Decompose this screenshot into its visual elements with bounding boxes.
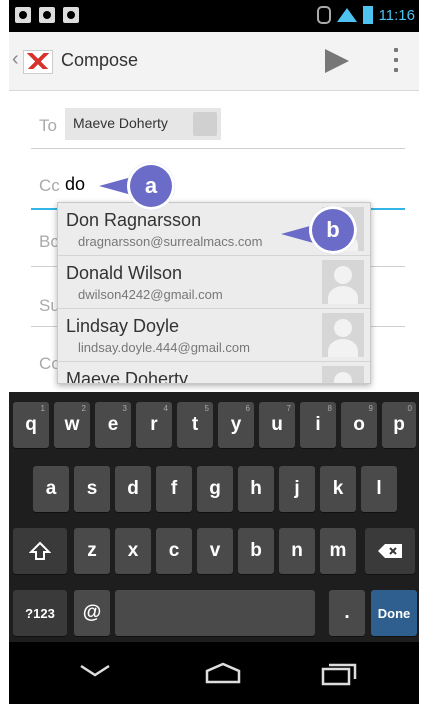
to-label: To: [39, 116, 57, 135]
key-f[interactable]: f: [156, 466, 192, 512]
key-n[interactable]: n: [279, 528, 315, 574]
at-key[interactable]: @: [74, 590, 110, 636]
suggestion-name: Lindsay Doyle: [66, 316, 180, 336]
key-x[interactable]: x: [115, 528, 151, 574]
notification-icons: [15, 7, 79, 23]
shift-key[interactable]: [13, 528, 67, 574]
key-k[interactable]: k: [320, 466, 356, 512]
key-a[interactable]: a: [33, 466, 69, 512]
to-field-underline: [31, 148, 405, 149]
recipient-chip-name: Maeve Doherty: [73, 115, 168, 131]
key-j[interactable]: j: [279, 466, 315, 512]
phone-screen: 11:16 ‹ Compose To Maeve Doherty Cc do B…: [9, 0, 419, 704]
up-caret-icon[interactable]: ‹: [12, 48, 19, 71]
back-icon[interactable]: [79, 664, 111, 678]
key-u[interactable]: 7u: [259, 402, 295, 448]
callout-marker-b: b: [309, 206, 357, 254]
navigation-bar: [9, 642, 419, 704]
cc-label: Cc: [39, 176, 60, 195]
status-bar: 11:16: [9, 0, 419, 32]
period-key[interactable]: .: [329, 590, 365, 636]
key-t[interactable]: 5t: [177, 402, 213, 448]
key-z[interactable]: z: [74, 528, 110, 574]
page-title: Compose: [61, 50, 139, 70]
key-g[interactable]: g: [197, 466, 233, 512]
key-d[interactable]: d: [115, 466, 151, 512]
key-w[interactable]: 2w: [54, 402, 90, 448]
suggestion-email: dwilson4242@gmail.com: [78, 287, 223, 302]
contact-avatar-icon: [322, 366, 364, 383]
gmail-logo-icon[interactable]: [23, 50, 53, 74]
notification-icon: [39, 7, 55, 23]
suggestion-email: lindsay.doyle.444@gmail.com: [78, 340, 250, 355]
notification-icon: [63, 7, 79, 23]
contact-avatar-icon: [322, 260, 364, 304]
key-i[interactable]: 8i: [300, 402, 336, 448]
key-l[interactable]: l: [361, 466, 397, 512]
suggestion-item[interactable]: Donald Wilson dwilson4242@gmail.com: [58, 256, 370, 309]
contact-avatar-icon: [193, 112, 217, 136]
done-key[interactable]: Done: [371, 590, 417, 636]
space-key[interactable]: [115, 590, 315, 636]
key-v[interactable]: v: [197, 528, 233, 574]
suggestion-name: Don Ragnarsson: [66, 210, 202, 230]
key-s[interactable]: s: [74, 466, 110, 512]
bcc-label: Bc: [39, 232, 59, 251]
clock: 11:16: [378, 6, 415, 24]
key-m[interactable]: m: [320, 528, 356, 574]
alarm-icon: [316, 6, 331, 24]
key-h[interactable]: h: [238, 466, 274, 512]
overflow-menu-icon[interactable]: [394, 48, 398, 72]
action-bar: ‹ Compose: [9, 32, 419, 91]
battery-icon: [362, 6, 373, 24]
recipient-chip[interactable]: Maeve Doherty: [65, 108, 221, 140]
key-e[interactable]: 3e: [95, 402, 131, 448]
wifi-icon: [336, 8, 357, 22]
suggestion-name: Maeve Doherty: [66, 369, 189, 384]
shift-icon: [29, 541, 51, 560]
suggestion-item[interactable]: Lindsay Doyle lindsay.doyle.444@gmail.co…: [58, 309, 370, 362]
send-icon[interactable]: [325, 49, 349, 73]
key-q[interactable]: 1q: [13, 402, 49, 448]
system-icons: 11:16: [316, 6, 415, 24]
key-y[interactable]: 6y: [218, 402, 254, 448]
suggestion-item[interactable]: Maeve Doherty: [58, 362, 370, 384]
home-icon[interactable]: [203, 662, 243, 684]
key-b[interactable]: b: [238, 528, 274, 574]
contact-avatar-icon: [322, 313, 364, 357]
recent-apps-icon[interactable]: [321, 662, 357, 686]
notification-icon: [15, 7, 31, 23]
backspace-key[interactable]: [365, 528, 415, 574]
key-p[interactable]: 0p: [382, 402, 416, 448]
cc-input[interactable]: do: [65, 174, 85, 195]
key-c[interactable]: c: [156, 528, 192, 574]
backspace-icon: [378, 544, 402, 558]
key-r[interactable]: 4r: [136, 402, 172, 448]
suggestion-email: dragnarsson@surrealmacs.com: [78, 234, 263, 249]
callout-marker-a: a: [127, 162, 175, 210]
symbols-key[interactable]: ?123: [13, 590, 67, 636]
suggestion-name: Donald Wilson: [66, 263, 183, 283]
soft-keyboard: 1q 2w 3e 4r 5t 6y 7u 8i 9o 0p a s d f g …: [9, 392, 419, 642]
key-o[interactable]: 9o: [341, 402, 377, 448]
